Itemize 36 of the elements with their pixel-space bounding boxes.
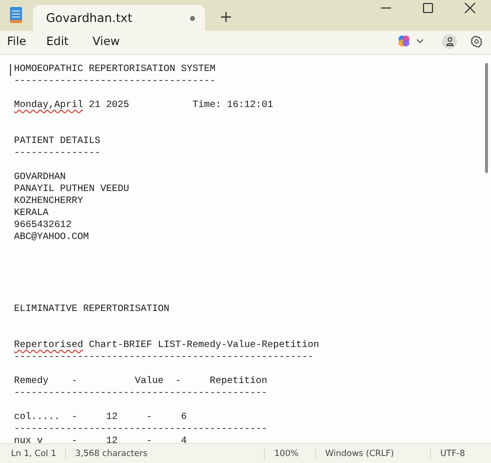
cursor-position: Ln 1, Col 1 [0,449,66,459]
zoom-level[interactable]: 100% [265,449,316,459]
line-ending[interactable]: Windows (CRLF) [316,449,432,459]
text-line: col..... - 12 - 6 [14,411,188,423]
text-line: -------------------------------------------- [14,423,268,435]
account-icon[interactable] [442,34,457,48]
text-line: ---------------------------------------------------- [14,351,314,363]
text-line: ABC@YAHOO.COM [14,231,90,243]
text-line: PATIENT DETAILS [14,135,102,147]
text-line: Repertorised Chart-BRIEF LIST-Remedy-Value-Repetition [14,339,320,351]
document-tab[interactable]: Govardhan.txt [33,5,205,31]
text-line: GOVARDHAN [14,171,67,183]
text-line: KOZHENCHERRY [14,195,84,207]
text-line: ----------------------------------- [14,75,217,87]
text-line: nux v - 12 - 4 [14,435,188,443]
notepad-icon [9,6,23,24]
character-count: 3,568 characters [66,449,266,459]
scrollbar[interactable] [485,63,488,173]
text-line: Remedy - Value - Repetition [14,375,268,387]
text-line: -------------------------------------------- [14,387,268,399]
text-line: Monday,April 21 2025 Time: 16:12:01 [14,99,274,111]
chevron-down-icon[interactable] [416,38,424,44]
text-line: HOMOEOPATHIC REPERTORISATION SYSTEM [14,63,217,75]
menu-item[interactable]: File [0,34,34,48]
settings-icon[interactable] [470,34,483,48]
text-line: KERALA [14,207,50,219]
text-line: PANAYIL PUTHEN VEEDU [14,183,130,195]
new-tab-icon[interactable] [219,10,233,24]
maximize-icon[interactable] [421,1,435,15]
encoding[interactable]: UTF-8 [431,449,474,459]
menu-item[interactable]: Edit [39,34,76,48]
text-line: ELIMINATIVE REPERTORISATION [14,303,170,315]
text-line: 9665432612 [14,219,73,231]
close-icon[interactable] [463,1,477,15]
menu-item[interactable]: View [86,34,127,48]
text-line: --------------- [14,147,102,159]
